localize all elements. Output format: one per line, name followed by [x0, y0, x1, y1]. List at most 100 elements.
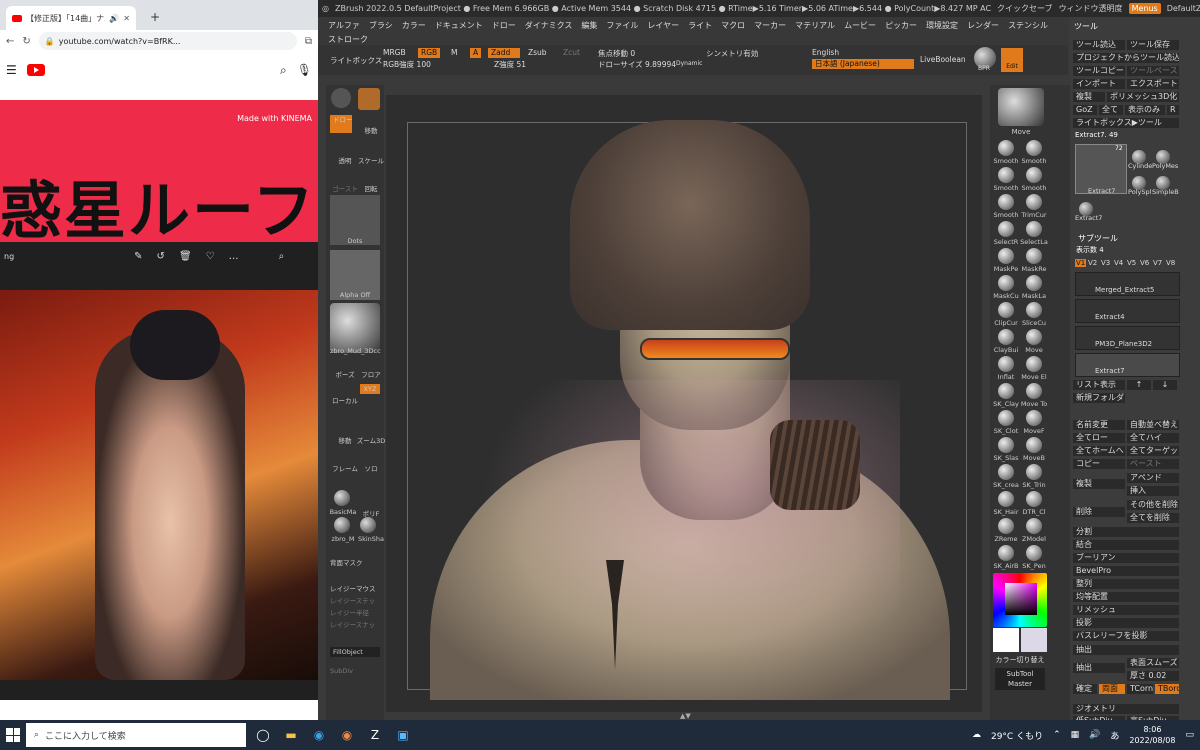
version-button[interactable]: V7 [1153, 259, 1162, 267]
version-button[interactable]: V4 [1114, 259, 1123, 267]
lazy-snap-slider[interactable]: レイジースナッ [330, 619, 380, 629]
menu-icon[interactable]: ☰ [6, 63, 17, 77]
lightbox-tools-button[interactable]: ライトボックス▶ツール [1073, 118, 1179, 128]
version-button[interactable]: V6 [1140, 259, 1149, 267]
duplicate-button[interactable]: 複製 [1073, 479, 1125, 489]
material-thumbnail[interactable] [330, 303, 380, 353]
auto-reorder-button[interactable]: 自動並べ替え [1127, 420, 1179, 430]
brush-button[interactable]: SliceCu [1016, 302, 1052, 327]
delete-all-button[interactable]: 全てを削除 [1127, 513, 1179, 523]
append-button[interactable]: アペンド [1127, 473, 1179, 483]
menu-item[interactable]: レイヤー [647, 19, 679, 33]
menu-item[interactable]: ドロー [492, 19, 516, 33]
canvas-expand-icon[interactable]: ▲▼ [680, 712, 700, 720]
menus-button[interactable]: Menus [1128, 3, 1161, 14]
align-button[interactable]: 整列 [1073, 579, 1179, 589]
brush-button[interactable]: SK_Pen [1016, 545, 1052, 570]
menu-item[interactable]: ダイナミクス [525, 19, 573, 33]
zbro-material-icon[interactable] [334, 517, 350, 533]
heart-icon[interactable]: ♡ [206, 251, 215, 262]
accept-button[interactable]: 確定 [1073, 684, 1097, 694]
focal-shift-slider[interactable]: 焦点移動 0 [598, 48, 635, 59]
brush-button[interactable]: Move [1016, 329, 1052, 354]
version-button[interactable]: V8 [1166, 259, 1175, 267]
goz-visible-button[interactable]: 表示のみ [1125, 105, 1165, 115]
z-intensity-slider[interactable]: Z強度 51 [494, 59, 526, 70]
edit-button[interactable]: Edit [1001, 48, 1023, 72]
menu-item[interactable]: ライト [688, 19, 712, 33]
ime-icon[interactable]: あ [1110, 729, 1119, 742]
weather-icon[interactable]: ☁ [972, 730, 981, 740]
menu-item[interactable]: ドキュメント [435, 19, 483, 33]
menu-item[interactable]: 環境設定 [926, 19, 958, 33]
goz-r-button[interactable]: R [1167, 105, 1179, 115]
zadd-button[interactable]: Zadd [488, 48, 520, 58]
menu-item[interactable]: ファイル [606, 19, 638, 33]
edge-browser-icon[interactable]: ◉ [308, 724, 330, 746]
export-button[interactable]: エクスポート [1127, 79, 1179, 89]
back-mask-button[interactable]: 背面マスク [330, 557, 380, 567]
move-down-button[interactable]: ↓ [1153, 380, 1177, 390]
windows-start-icon[interactable] [6, 728, 20, 742]
brush-button[interactable]: Smooth [1016, 167, 1052, 192]
brush-button[interactable]: SK_Trin [1016, 464, 1052, 489]
import-button[interactable]: インポート [1073, 79, 1125, 89]
task-view-icon[interactable]: ◯ [252, 724, 274, 746]
liveboolean-button[interactable]: LiveBoolean [920, 55, 966, 64]
tray-chevron-icon[interactable]: ⌃ [1053, 730, 1061, 740]
taskbar-clock[interactable]: 8:06 2022/08/08 [1129, 724, 1175, 746]
menu-item[interactable]: マーカー [754, 19, 786, 33]
version-button[interactable]: V2 [1088, 259, 1097, 267]
lazy-mouse-button[interactable]: レイジーマウス [330, 583, 380, 593]
subtool-row[interactable] [1075, 353, 1180, 377]
version-button[interactable]: V5 [1127, 259, 1136, 267]
spotlight-icon[interactable] [331, 88, 351, 108]
search-icon[interactable]: ⌕ [280, 63, 287, 78]
distribute-button[interactable]: 均等配置 [1073, 592, 1179, 602]
a-button[interactable]: A [470, 48, 482, 58]
network-icon[interactable]: ▦ [1071, 730, 1080, 740]
menu-item[interactable]: ムービー [844, 19, 876, 33]
back-icon[interactable]: ← [6, 36, 14, 47]
mic-icon[interactable]: 🎙 [297, 63, 312, 77]
local-button[interactable]: ローカル [320, 395, 370, 405]
brush-button[interactable]: MoveF [1016, 410, 1052, 435]
notification-icon[interactable]: ▭ [1185, 730, 1194, 740]
all-to-target-button[interactable]: 全てターゲット [1127, 446, 1179, 456]
split-button[interactable]: 分割 [1073, 527, 1179, 537]
brush-button[interactable]: MoveB [1016, 437, 1052, 462]
rgb-intensity-slider[interactable]: RGB強度 100 [383, 59, 431, 70]
goz-all-button[interactable]: 全て [1099, 105, 1123, 115]
menu-item[interactable]: マクロ [721, 19, 745, 33]
window-transparency-button[interactable]: ウィンドウ透明度 [1059, 3, 1123, 14]
color-saturation-square[interactable] [1005, 583, 1037, 615]
quick-save-button[interactable]: クイックセーブ [997, 3, 1053, 14]
save-tool-button[interactable]: ツール保存 [1127, 40, 1179, 50]
file-explorer-icon[interactable]: ▬ [280, 724, 302, 746]
zsub-button[interactable]: Zsub [528, 48, 547, 57]
menu-item[interactable]: ピッカー [885, 19, 917, 33]
secondary-color-swatch[interactable] [1021, 628, 1047, 652]
paste-tool-button[interactable]: ツールペースト [1127, 66, 1179, 76]
brush-button[interactable]: MaskRe [1016, 248, 1052, 273]
reload-icon[interactable]: ↻ [22, 36, 30, 47]
browser-tab[interactable]: 【修正版】「14曲」ナユタン星 🔊 ✕ [6, 6, 136, 30]
brush-button[interactable]: MaskLa [1016, 275, 1052, 300]
tool-slider-label[interactable]: Extract7. 49 [1075, 131, 1118, 139]
script-button[interactable]: DefaultZScript [1167, 4, 1200, 13]
version-button[interactable]: V3 [1101, 259, 1110, 267]
version-button[interactable]: V1 [1075, 259, 1087, 267]
extract-section-header[interactable]: 抽出 [1073, 645, 1179, 655]
photos-app-icon[interactable]: ▣ [392, 724, 414, 746]
menu-item[interactable]: 編集 [581, 19, 597, 33]
menu-item[interactable]: アルファ [328, 19, 360, 33]
japanese-button[interactable]: 日本語 (Japanese) [812, 59, 914, 69]
all-to-home-button[interactable]: 全てホームへ [1073, 446, 1125, 456]
lightbox-button[interactable]: ライトボックス [330, 55, 382, 66]
geometry-section-header[interactable]: ジオメトリ [1073, 704, 1179, 714]
basic-material-icon[interactable] [334, 490, 350, 506]
menu-item[interactable]: レンダー [967, 19, 999, 33]
menu-item[interactable]: カラー [402, 19, 426, 33]
zoom-icon[interactable]: ⌕ [279, 251, 285, 262]
subtool-header[interactable]: サブツール [1078, 233, 1118, 244]
